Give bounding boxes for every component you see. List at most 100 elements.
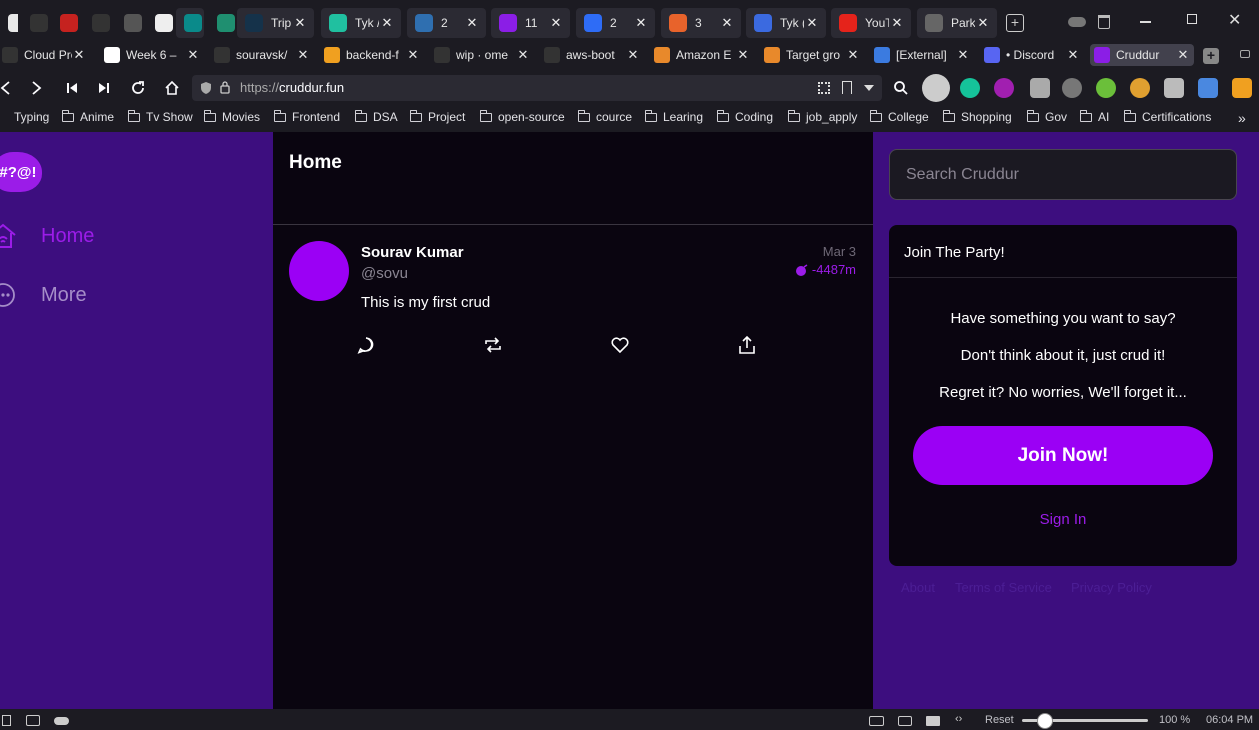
tab-9[interactable]: Tyk / ✕ — [321, 8, 401, 38]
tab-secondary-2[interactable]: souravsk/ ✕ — [210, 44, 314, 66]
profile-avatar[interactable] — [922, 74, 950, 102]
new-tab-button-secondary[interactable]: + — [1203, 48, 1219, 64]
new-tab-button[interactable]: + — [1006, 14, 1024, 32]
lock-tab-icon[interactable] — [1240, 50, 1250, 58]
cloud-sync-icon[interactable] — [1068, 17, 1086, 27]
z-extension-icon[interactable] — [1030, 78, 1050, 98]
close-tab-icon[interactable]: ✕ — [1176, 47, 1190, 63]
bookmark-item[interactable]: Project — [410, 109, 465, 124]
bookmark-item[interactable]: AI — [1080, 109, 1109, 124]
image-icon[interactable] — [926, 716, 940, 726]
w-extension-icon[interactable] — [994, 78, 1014, 98]
tab-13[interactable]: 3 ✕ — [661, 8, 741, 38]
tab-secondary-6[interactable]: Amazon E ✕ — [650, 44, 754, 66]
close-tab-icon[interactable]: ✕ — [464, 15, 480, 31]
tile-icon[interactable] — [26, 715, 40, 726]
tab-3[interactable] — [84, 8, 110, 38]
close-tab-icon[interactable]: ✕ — [736, 47, 750, 63]
close-tab-icon[interactable]: ✕ — [975, 15, 991, 31]
close-tab-icon[interactable]: ✕ — [846, 47, 860, 63]
close-tab-icon[interactable]: ✕ — [956, 47, 970, 63]
tab-11[interactable]: 11 ✕ — [491, 8, 570, 38]
heart-icon[interactable] — [610, 335, 630, 355]
bookmark-item[interactable]: College — [870, 109, 929, 124]
footer-about-link[interactable]: About — [901, 580, 935, 595]
join-now-button[interactable]: Join Now! — [913, 426, 1213, 485]
bookmark-item[interactable]: Coding — [717, 109, 773, 124]
chevron-down-icon[interactable] — [864, 85, 874, 91]
bookmark-item[interactable]: Movies — [204, 109, 260, 124]
bookmark-item[interactable]: Shopping — [943, 109, 1012, 124]
rewind-button[interactable] — [60, 76, 84, 100]
tab-14[interactable]: Tyk (✕ — [746, 8, 826, 38]
close-tab-icon[interactable]: ✕ — [548, 15, 564, 31]
reload-button[interactable] — [126, 76, 150, 100]
minimize-button[interactable] — [1140, 21, 1151, 23]
qr-code-icon[interactable] — [818, 82, 830, 94]
tab-secondary-4[interactable]: wip · ome ✕ — [430, 44, 534, 66]
colorful-extension-icon[interactable] — [1096, 78, 1116, 98]
close-tab-icon[interactable]: ✕ — [296, 47, 310, 63]
bookmarks-overflow-icon[interactable]: » — [1238, 110, 1246, 126]
tab-7[interactable] — [209, 8, 237, 38]
panel-toggle-icon[interactable] — [2, 715, 11, 726]
nav-more[interactable]: More — [0, 280, 87, 310]
bookmark-item[interactable]: open-source — [480, 109, 565, 124]
footer-privacy-link[interactable]: Privacy Policy — [1071, 580, 1152, 595]
grammarly-extension-icon[interactable] — [960, 78, 980, 98]
close-window-button[interactable]: ✕ — [1228, 10, 1241, 30]
gitpod-extension-icon[interactable] — [1232, 78, 1252, 98]
tab-4[interactable] — [116, 8, 142, 38]
bookmark-item[interactable]: Anime — [62, 109, 114, 124]
k-extension-icon[interactable] — [1164, 78, 1184, 98]
bookmark-item[interactable]: DSA — [355, 109, 398, 124]
tab-10[interactable]: 2 ✕ — [407, 8, 486, 38]
puzzle-extension-icon[interactable] — [1198, 78, 1218, 98]
bookmark-item[interactable]: job_apply — [788, 109, 857, 124]
window-icon[interactable] — [898, 716, 912, 726]
tab-16[interactable]: Park ✕ — [917, 8, 997, 38]
close-tab-icon[interactable]: ✕ — [292, 15, 308, 31]
close-tab-icon[interactable]: ✕ — [406, 47, 420, 63]
tab-secondary-10[interactable]: Cruddur ✕ — [1090, 44, 1194, 66]
cloud-extension-icon[interactable] — [1062, 78, 1082, 98]
bookmark-item[interactable]: Frontend — [274, 109, 340, 124]
tab-15[interactable]: YouT ✕ — [831, 8, 911, 38]
back-button[interactable] — [0, 76, 18, 100]
nav-home[interactable]: Home — [0, 221, 94, 251]
repost-icon[interactable] — [483, 335, 503, 355]
tab-6[interactable]: ✕ — [176, 8, 204, 38]
address-bar[interactable]: https://cruddur.fun — [192, 75, 882, 101]
bookmark-item[interactable]: Typing — [14, 110, 49, 124]
close-tab-icon[interactable]: ✕ — [186, 47, 200, 63]
code-icon[interactable]: ‹› — [955, 713, 962, 725]
close-tab-icon[interactable]: ✕ — [516, 47, 530, 63]
tab-1[interactable] — [22, 8, 48, 38]
maximize-button[interactable] — [1187, 14, 1197, 24]
post-handle[interactable]: @sovu — [361, 265, 408, 282]
cloud-icon[interactable] — [54, 717, 69, 725]
bookmark-item[interactable]: Tv Show — [128, 109, 193, 124]
home-button[interactable] — [160, 76, 184, 100]
close-tab-icon[interactable]: ✕ — [633, 15, 649, 31]
cruddur-logo[interactable]: #?@! — [0, 152, 42, 192]
search-input[interactable]: Search Cruddur — [889, 149, 1237, 200]
close-tab-icon[interactable]: ✕ — [804, 15, 820, 31]
close-tab-icon[interactable]: ✕ — [719, 15, 735, 31]
reply-icon[interactable] — [356, 335, 376, 355]
zoom-slider-thumb[interactable] — [1037, 713, 1053, 729]
camera-icon[interactable] — [869, 716, 884, 726]
bookmark-item[interactable]: Learing — [645, 109, 703, 124]
fast-forward-button[interactable] — [92, 76, 116, 100]
forward-button[interactable] — [24, 76, 48, 100]
tab-secondary-1[interactable]: Week 6 – ✕ — [100, 44, 204, 66]
tab-5[interactable] — [147, 8, 173, 38]
tab-secondary-0[interactable]: Cloud Pro✕ — [0, 44, 90, 66]
share-icon[interactable] — [737, 335, 757, 355]
trash-icon[interactable] — [1098, 15, 1110, 29]
search-icon[interactable] — [893, 80, 909, 96]
close-tab-icon[interactable]: ✕ — [72, 47, 86, 63]
bookmark-item[interactable]: Gov — [1027, 109, 1067, 124]
tab-secondary-7[interactable]: Target gro ✕ — [760, 44, 864, 66]
chrome-extension-icon[interactable] — [1130, 78, 1150, 98]
